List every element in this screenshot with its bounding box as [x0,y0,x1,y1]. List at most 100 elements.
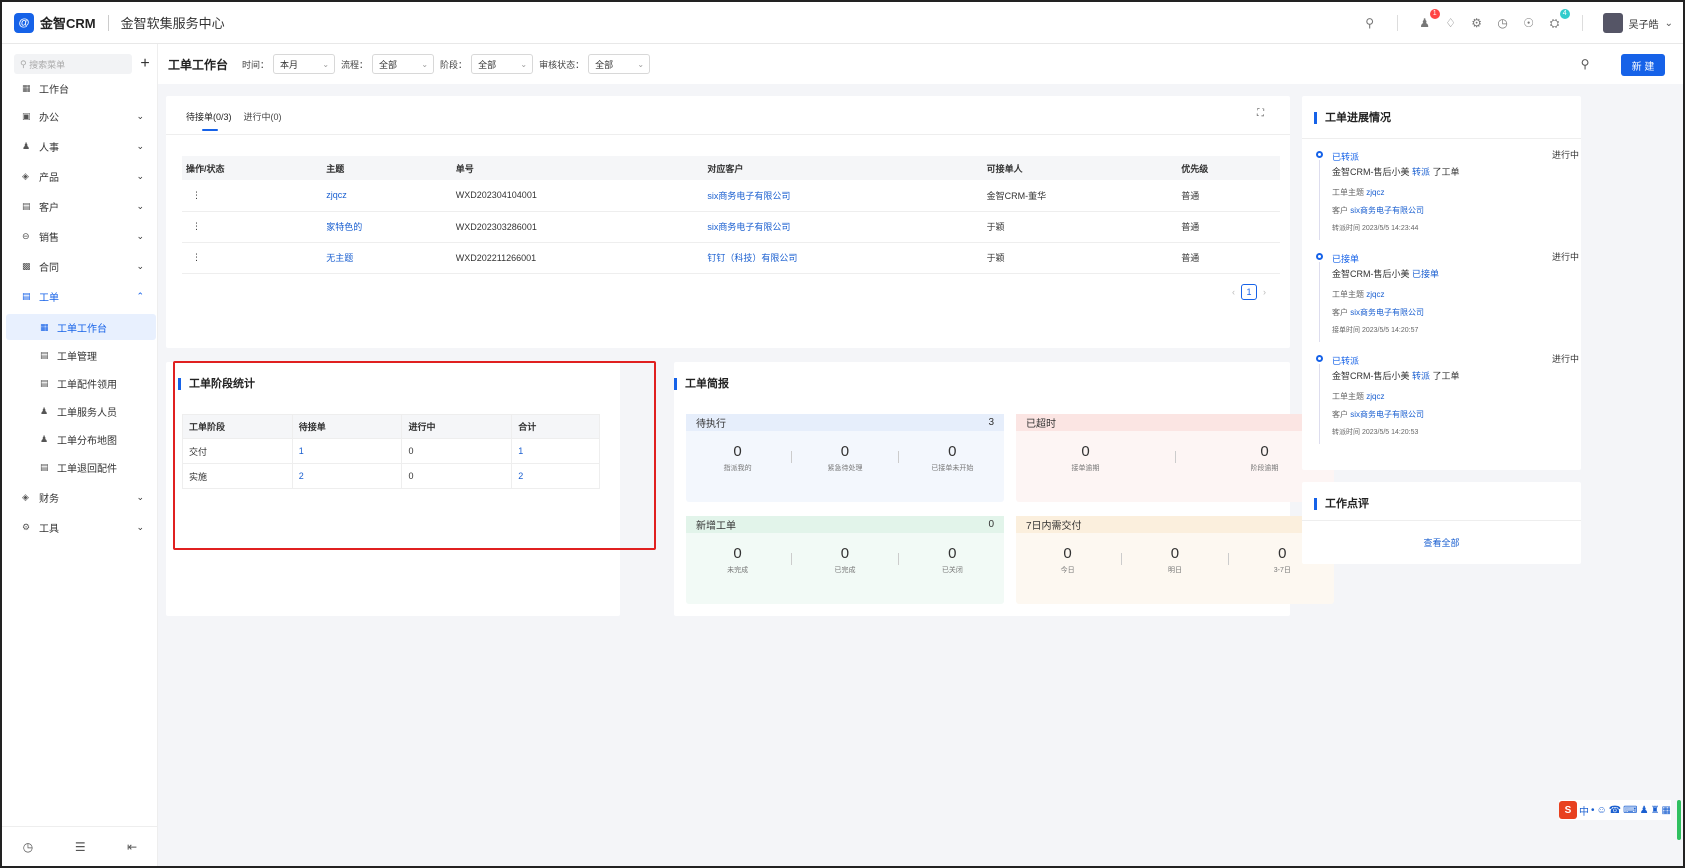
new-button[interactable]: 新 建 [1621,54,1665,76]
brief-value[interactable]: 0 接单逾期 [1036,443,1136,473]
sidebar-subitem-ticket-parts[interactable]: ▤ 工单配件领用 [6,370,156,396]
brief-value[interactable]: 0 已完成 [795,545,895,575]
time-value: 2023/5/5 14:23:44 [1361,225,1419,232]
more-actions-icon[interactable]: ⋮ [182,242,323,274]
search-icon[interactable]: ⚲ [1575,54,1595,74]
fullscreen-icon[interactable]: ⛶ [1257,108,1264,119]
brief-new-box[interactable]: 新增工单 0 0 未完成 0 已完成 0 已关闭 [686,516,1004,604]
sidebar-subitem-label: 工单配件领用 [57,379,117,391]
brand-name[interactable]: 金智CRM [40,13,96,32]
customer-link[interactable]: six商务电子有限公司 [707,191,790,201]
ime-lang[interactable]: 中 [1579,803,1589,818]
contacts-icon[interactable]: ♟ 1 [1415,9,1440,33]
page-number-current[interactable]: 1 [1241,284,1257,300]
briefing-card: 工单简报 待执行 3 0指派我的 0紧急待处理 0已接单未开始 已超时1 0接单逾… [674,362,1334,616]
brief-value[interactable]: 0 阶段逾期 [1215,443,1315,473]
sidebar-item-finance[interactable]: ◈ 财务 ⌄ [2,484,158,510]
sidebar-item-workbench[interactable]: ▦ 工作台 [2,75,158,101]
avatar[interactable] [1602,13,1623,33]
value-divider [790,451,792,463]
customer-link[interactable]: six商务电子有限公司 [1350,410,1424,419]
user-name[interactable]: 吴子皓 [1629,16,1659,31]
subject-link[interactable]: zjqcz [1366,392,1384,401]
sidebar-item-sales[interactable]: ⊖ 销售 ⌄ [2,223,158,249]
add-menu-button[interactable]: + [136,54,154,74]
sidebar-item-product[interactable]: ◈ 产品 ⌄ [2,163,158,189]
brief-value[interactable]: 0 明日 [1125,545,1225,575]
total-count-link[interactable]: 2 [518,471,523,481]
collapse-menu-icon[interactable]: ⇤ [127,840,137,854]
sidebar-item-hr[interactable]: ♟ 人事 ⌄ [2,133,158,159]
chevron-down-icon[interactable]: ⌄ [1665,18,1673,29]
column-header: 单号 [451,156,704,180]
sidebar-item-ticket[interactable]: ▤ 工单 ⌃ [2,283,158,309]
settings-sliders-icon[interactable]: ☰ [75,840,86,854]
tabs-divider [166,134,1290,135]
flow-filter-select[interactable]: 全部 ⌄ [372,54,435,74]
sidebar-item-office[interactable]: ▣ 办公 ⌄ [2,103,158,129]
brief-value[interactable]: 0 已关闭 [902,545,1002,575]
brief-pending-box[interactable]: 待执行 3 0 指派我的 0 紧急待处理 0 已接单未开始 [686,414,1004,502]
brief-overdue-box[interactable]: 已超时1 0接单逾期 0阶段逾期 [1016,414,1334,502]
more-actions-icon[interactable]: ⋮ [182,180,323,212]
pending-count-link[interactable]: 2 [299,471,304,481]
customer-link[interactable]: six商务电子有限公司 [707,222,790,232]
top-divider-2 [1581,15,1583,31]
progress-item-title[interactable]: 已转派 [1332,148,1571,166]
view-all-link[interactable]: 查看全部 [1302,536,1581,549]
compass-icon[interactable]: ☉ [1519,13,1539,33]
brief-deliver-box[interactable]: 7日内需交付0 0今日 0明日 03-7日 [1016,516,1334,604]
menu-search-input[interactable]: ⚲ 搜索菜单 [14,54,132,74]
sidebar-subitem-ticket-return[interactable]: ▤ 工单退回配件 [6,454,156,480]
total-count-link[interactable]: 1 [518,446,523,456]
next-page-icon[interactable]: › [1263,287,1266,297]
search-icon[interactable]: ⚲ [1360,13,1380,33]
brief-value[interactable]: 0 未完成 [688,545,788,575]
emoji-icon[interactable]: ☺ [1596,805,1606,816]
apps-icon[interactable]: ⛭ 4 [1545,9,1570,33]
subject-link[interactable]: zjqcz [1366,290,1384,299]
customer-link[interactable]: six商务电子有限公司 [1350,308,1424,317]
audit-filter-select[interactable]: 全部 ⌄ [588,54,651,74]
brief-value[interactable]: 0 指派我的 [688,443,788,473]
prev-page-icon[interactable]: ‹ [1232,287,1235,297]
column-header: 待接单 [292,414,403,439]
brief-value[interactable]: 0 已接单未开始 [902,443,1002,473]
bell-icon[interactable]: ♢ [1441,13,1461,33]
stage-filter-select[interactable]: 全部 ⌄ [471,54,534,74]
sidebar-subitem-ticket-map[interactable]: ♟ 工单分布地图 [6,426,156,452]
sidebar-item-tools[interactable]: ⚙ 工具 ⌄ [2,514,158,540]
progress-item-title[interactable]: 已转派 [1332,352,1571,370]
clock-icon[interactable]: ◷ [1493,13,1513,33]
progress-item-title[interactable]: 已接单 [1332,250,1571,268]
mic-icon[interactable]: ☎ [1609,805,1621,816]
customer-link[interactable]: 钉钉（科技）有限公司 [707,253,797,263]
gear-icon[interactable]: ⚙ [1467,13,1487,33]
time-filter-select[interactable]: 本月 ⌄ [273,54,336,74]
brief-value[interactable]: 0 今日 [1018,545,1118,575]
skin-icon[interactable]: ♜ [1651,805,1660,816]
ticket-subject-link[interactable]: 家特色的 [326,222,362,232]
history-icon[interactable]: ◷ [23,840,33,854]
audit-filter-label: 审核状态： [539,59,585,70]
ime-toolbar[interactable]: S 中 • ☺ ☎ ⌨ ♟ ♜ ▦ [1558,800,1671,820]
keyboard-icon[interactable]: ⌨ [1623,805,1637,816]
user-icon[interactable]: ♟ [1640,805,1649,816]
tab-in-progress[interactable]: 进行中(0) [244,110,282,131]
customer-link[interactable]: six商务电子有限公司 [1350,206,1424,215]
ticket-subject-link[interactable]: 无主题 [326,253,353,263]
subject-link[interactable]: zjqcz [1366,188,1384,197]
brief-value[interactable]: 0 紧急待处理 [795,443,895,473]
sidebar-subitem-ticket-workbench[interactable]: ▦ 工单工作台 [6,314,156,340]
pending-count-link[interactable]: 1 [299,446,304,456]
sidebar-subitem-ticket-manage[interactable]: ▤ 工单管理 [6,342,156,368]
more-actions-icon[interactable]: ⋮ [182,211,323,243]
sidebar-item-contract[interactable]: ▩ 合同 ⌄ [2,253,158,279]
punctuation-icon[interactable]: • [1591,805,1595,816]
ticket-subject-link[interactable]: zjqcz [326,190,347,200]
grid-icon[interactable]: ▦ [1662,805,1671,816]
sidebar-subitem-ticket-staff[interactable]: ♟ 工单服务人员 [6,398,156,424]
sidebar-subitem-label: 工单退回配件 [57,463,117,475]
sidebar-item-customer[interactable]: ▤ 客户 ⌄ [2,193,158,219]
tab-pending[interactable]: 待接单(0/3) [186,110,232,131]
